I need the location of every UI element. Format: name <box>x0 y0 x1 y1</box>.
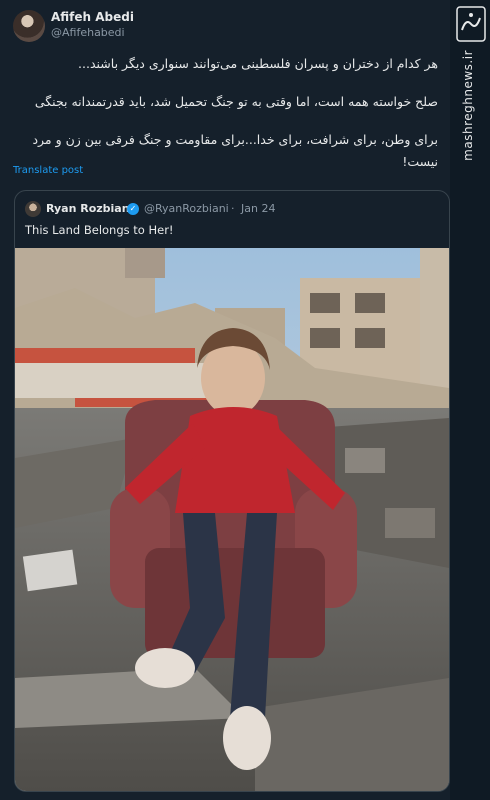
quoted-author-handle[interactable]: @RyanRozbiani <box>144 202 229 215</box>
author-avatar[interactable] <box>13 10 45 42</box>
mashregh-logo-icon <box>456 6 486 42</box>
tweet-line: هر کدام از دختران و پسران فلسطینی می‌توا… <box>78 56 438 71</box>
tweet-line: برای وطن، برای شرافت، برای خدا...برای مق… <box>32 132 438 147</box>
watermark-site: mashreghnews.ir <box>461 50 475 161</box>
tweet-line: صلح خواسته همه است، اما وقتی به تو جنگ ت… <box>34 94 438 109</box>
verified-badge-icon: ✓ <box>127 203 139 215</box>
author-handle[interactable]: @Afifehabedi <box>51 26 125 39</box>
tweet: Afifeh Abedi @Afifehabedi هر کدام از دخت… <box>0 0 450 800</box>
quoted-author-name[interactable]: Ryan Rozbiani <box>46 202 133 215</box>
author-name[interactable]: Afifeh Abedi <box>51 10 134 24</box>
separator-dot: · <box>231 202 235 215</box>
quoted-author-avatar[interactable] <box>25 201 41 217</box>
translate-post-link[interactable]: Translate post <box>13 165 83 176</box>
quoted-photo[interactable] <box>15 248 449 791</box>
watermark-strip: mashreghnews.ir <box>450 0 490 800</box>
quoted-text: This Land Belongs to Her! <box>25 223 174 237</box>
quoted-date[interactable]: Jan 24 <box>241 202 275 215</box>
quoted-tweet[interactable]: Ryan Rozbiani ✓ @RyanRozbiani · Jan 24 T… <box>14 190 450 792</box>
tweet-body: هر کدام از دختران و پسران فلسطینی می‌توا… <box>12 53 438 173</box>
